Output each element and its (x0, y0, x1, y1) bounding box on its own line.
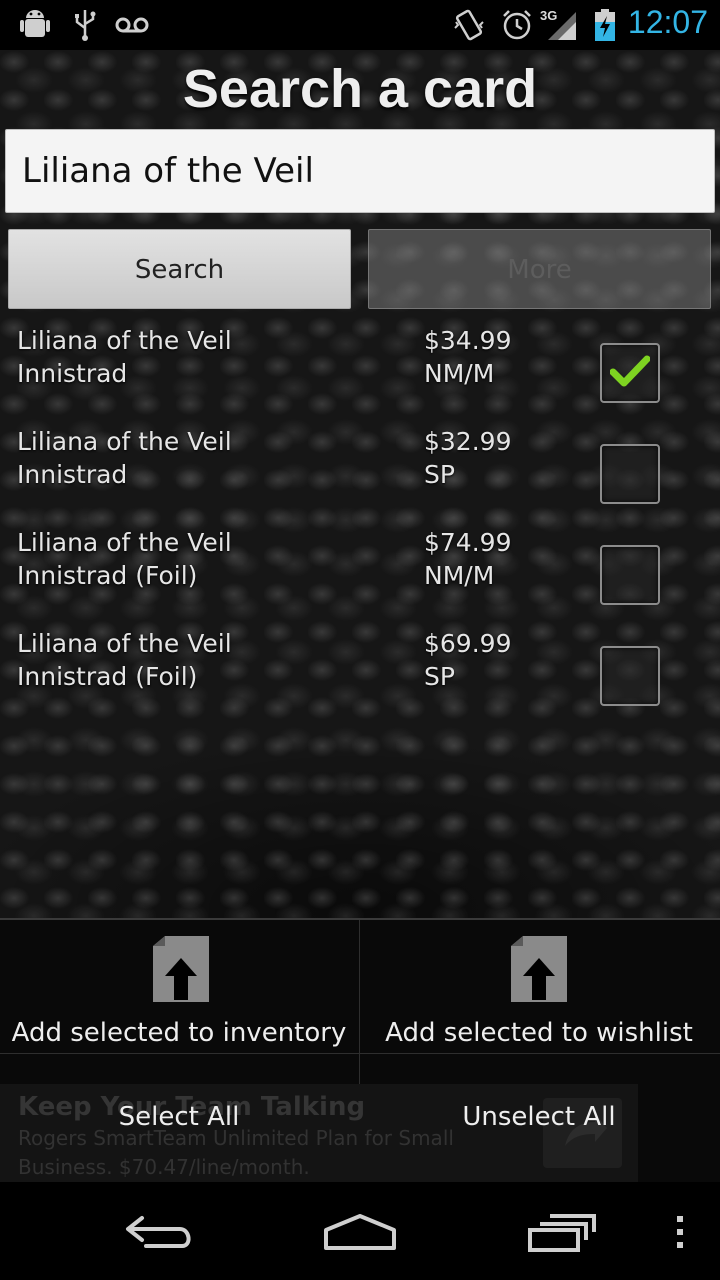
card-name: Liliana of the Veil (17, 326, 232, 355)
add-to-inventory-label: Add selected to inventory (11, 1018, 347, 1048)
battery-charging-icon (595, 9, 615, 41)
ad-body: Rogers SmartTeam Unlimited Plan for Smal… (18, 1126, 454, 1179)
card-set: Innistrad (Foil) (17, 662, 198, 691)
upload-file-icon (511, 936, 567, 1002)
card-price: $32.99 (424, 427, 512, 456)
back-icon[interactable] (124, 1212, 196, 1252)
overflow-menu-icon[interactable] (674, 1212, 686, 1252)
add-to-inventory-button[interactable]: Add selected to inventory (0, 920, 358, 1052)
select-checkbox[interactable] (600, 545, 660, 605)
select-checkbox[interactable] (600, 646, 660, 706)
upload-file-icon (153, 936, 209, 1002)
card-condition: NM/M (424, 561, 495, 590)
list-item[interactable]: Liliana of the Veil Innistrad $32.99 SP (0, 427, 720, 527)
page-title: Search a card (182, 59, 538, 119)
card-price: $69.99 (424, 629, 512, 658)
add-to-wishlist-label: Add selected to wishlist (385, 1018, 693, 1048)
vibrate-icon (454, 9, 484, 41)
alarm-icon (503, 10, 531, 40)
list-item[interactable]: Liliana of the Veil Innistrad (Foil) $69… (0, 629, 720, 729)
card-condition: NM/M (424, 359, 495, 388)
unselect-all-button[interactable]: Unselect All (360, 1102, 718, 1132)
search-button[interactable]: Search (8, 229, 351, 309)
recent-apps-icon[interactable] (526, 1212, 598, 1254)
card-condition: SP (424, 662, 455, 691)
more-button[interactable]: More (368, 229, 711, 309)
card-price: $74.99 (424, 528, 512, 557)
home-icon[interactable] (322, 1212, 398, 1252)
status-bar: 3G 12:07 (0, 0, 720, 50)
list-item[interactable]: Liliana of the Veil Innistrad (Foil) $74… (0, 528, 720, 628)
search-input[interactable] (5, 129, 715, 213)
card-price: $34.99 (424, 326, 512, 355)
card-set: Innistrad (17, 359, 128, 388)
divider (0, 1053, 720, 1054)
usb-icon (75, 10, 96, 41)
select-checkbox[interactable] (600, 343, 660, 403)
navigation-bar (0, 1182, 720, 1280)
voicemail-icon (115, 17, 149, 33)
select-checkbox[interactable] (600, 444, 660, 504)
card-name: Liliana of the Veil (17, 629, 232, 658)
card-set: Innistrad (Foil) (17, 561, 198, 590)
card-name: Liliana of the Veil (17, 528, 232, 557)
card-condition: SP (424, 460, 455, 489)
list-item[interactable]: Liliana of the Veil Innistrad $34.99 NM/… (0, 326, 720, 426)
checkmark-icon (610, 355, 650, 387)
signal-3g-icon (548, 12, 576, 40)
select-all-button[interactable]: Select All (0, 1102, 358, 1132)
ad-banner[interactable]: Keep Your Team Talking Rogers SmartTeam … (0, 1084, 638, 1182)
card-name: Liliana of the Veil (17, 427, 232, 456)
clock: 12:07 (627, 4, 708, 40)
card-set: Innistrad (17, 460, 128, 489)
android-debug-icon (20, 10, 50, 37)
add-to-wishlist-button[interactable]: Add selected to wishlist (360, 920, 718, 1052)
